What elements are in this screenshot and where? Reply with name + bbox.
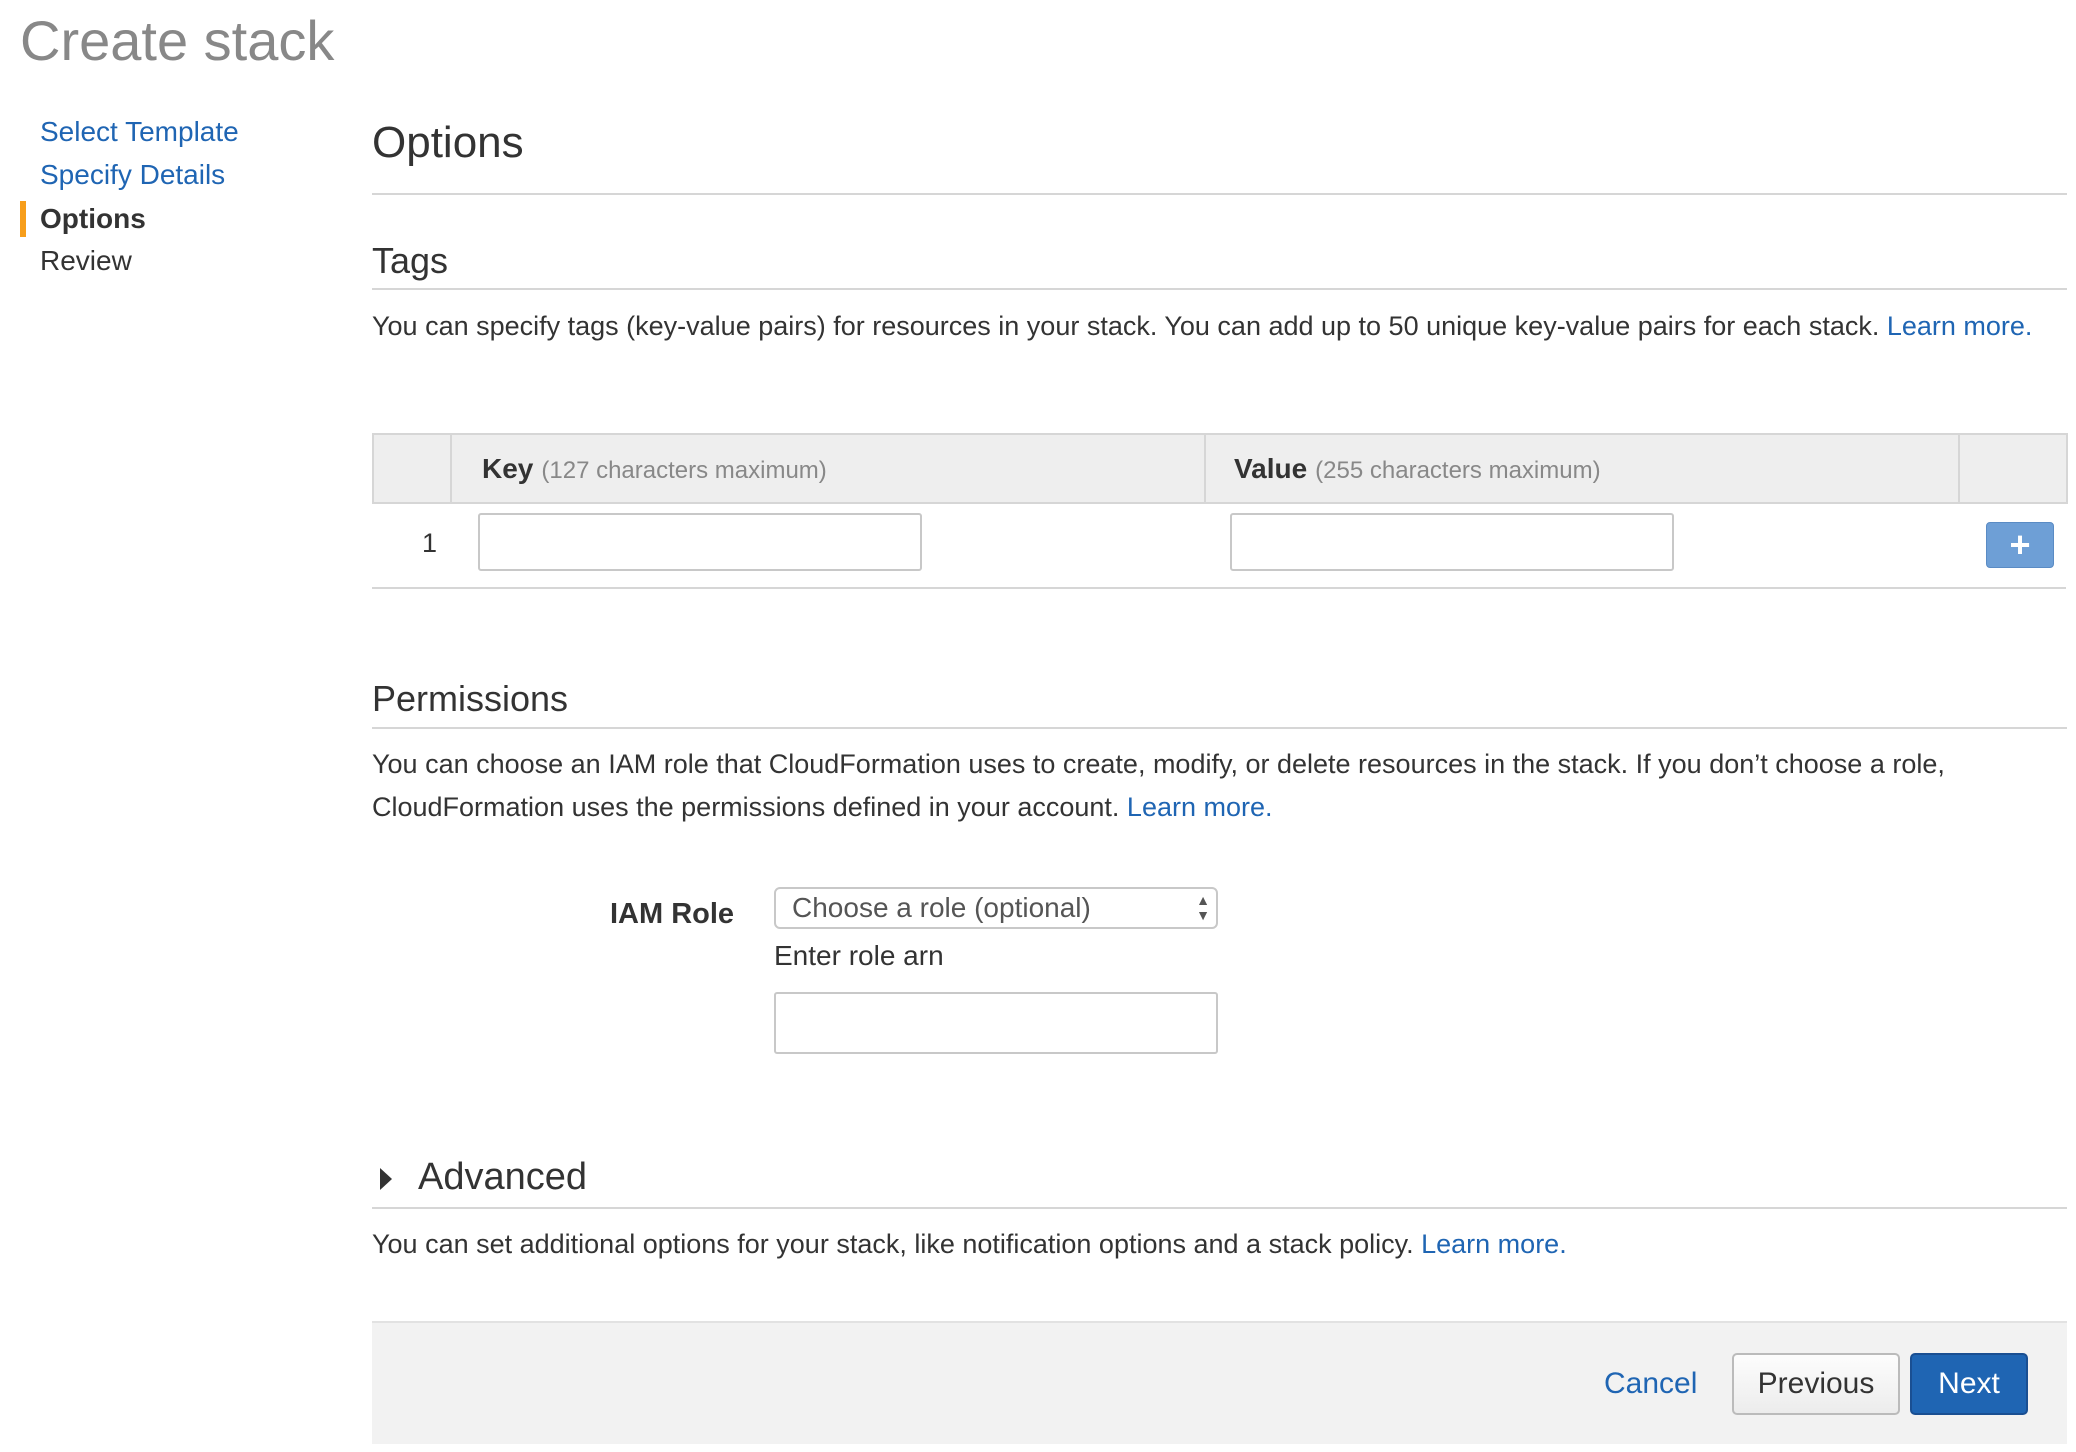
key-column-label: Key	[482, 453, 534, 484]
select-arrows-icon: ▲ ▼	[1196, 892, 1210, 923]
column-divider	[1958, 435, 1960, 502]
iam-role-select[interactable]: Choose a role (optional) ▲ ▼	[774, 887, 1218, 929]
iam-role-select-value: Choose a role (optional)	[792, 892, 1091, 923]
step-options: Options	[20, 199, 146, 239]
step-options-label: Options	[40, 203, 146, 234]
divider	[372, 193, 2067, 195]
advanced-toggle[interactable]: Advanced	[418, 1156, 587, 1199]
tags-description: You can specify tags (key-value pairs) f…	[372, 305, 2062, 348]
previous-button[interactable]: Previous	[1732, 1353, 1900, 1415]
tags-heading: Tags	[372, 240, 449, 281]
step-specify-details[interactable]: Specify Details	[20, 155, 225, 195]
cancel-button[interactable]: Cancel	[1604, 1367, 1697, 1401]
value-column-hint: (255 characters maximum)	[1315, 457, 1601, 484]
tag-key-input[interactable]	[478, 513, 922, 571]
tags-table: Key (127 characters maximum) Value (255 ch…	[372, 433, 2068, 589]
value-column-header: Value (255 characters maximum)	[1234, 453, 1601, 485]
role-arn-input[interactable]	[774, 992, 1218, 1054]
value-column-label: Value	[1234, 453, 1308, 484]
main-content: Options Tags You can specify tags (key-v…	[372, 0, 2068, 1452]
caret-right-icon[interactable]	[380, 1168, 392, 1190]
permissions-description: You can choose an IAM role that CloudFor…	[372, 743, 2062, 829]
column-divider	[1204, 435, 1206, 502]
add-tag-button[interactable]: +	[1986, 522, 2054, 568]
iam-role-label: IAM Role	[610, 898, 735, 930]
tags-learn-more-link[interactable]: Learn more.	[1887, 311, 2033, 341]
tags-description-text: You can specify tags (key-value pairs) f…	[372, 311, 1880, 341]
row-number: 1	[422, 528, 438, 558]
divider	[372, 727, 2067, 729]
next-button[interactable]: Next	[1910, 1353, 2028, 1415]
advanced-description-text: You can set additional options for your …	[372, 1229, 1414, 1259]
step-select-template[interactable]: Select Template	[20, 112, 239, 152]
current-step-indicator	[20, 201, 26, 237]
tag-value-input[interactable]	[1230, 513, 1674, 571]
key-column-header: Key (127 characters maximum)	[482, 453, 827, 485]
table-row: 1 +	[372, 502, 2066, 589]
role-arn-label: Enter role arn	[774, 940, 944, 971]
advanced-learn-more-link[interactable]: Learn more.	[1421, 1229, 1567, 1259]
permissions-heading: Permissions	[372, 678, 569, 719]
divider	[372, 1207, 2067, 1209]
divider	[372, 288, 2067, 290]
section-title-options: Options	[372, 118, 524, 167]
wizard-footer: Cancel Previous Next	[372, 1321, 2067, 1444]
column-divider	[450, 435, 452, 502]
permissions-learn-more-link[interactable]: Learn more.	[1127, 792, 1273, 822]
tags-table-header: Key (127 characters maximum) Value (255 ch…	[372, 433, 2068, 504]
key-column-hint: (127 characters maximum)	[541, 457, 827, 484]
page-title: Create stack	[20, 9, 335, 72]
step-review: Review	[40, 245, 132, 276]
advanced-description: You can set additional options for your …	[372, 1223, 2062, 1266]
plus-icon: +	[2009, 524, 2031, 565]
